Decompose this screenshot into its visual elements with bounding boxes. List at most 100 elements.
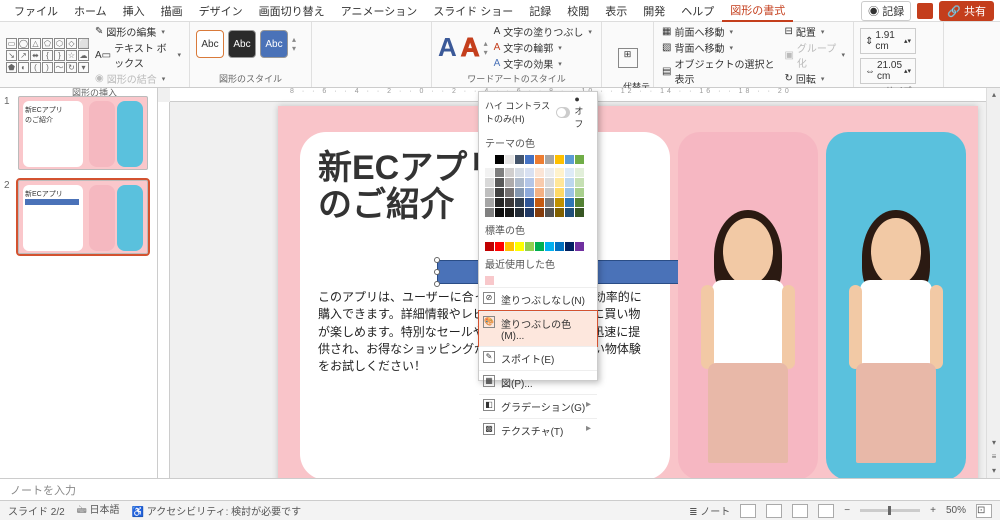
bring-forward-button[interactable]: ▦前面へ移動 xyxy=(660,24,778,39)
thumbnail-1[interactable]: 1 新ECアプリ のご紹介 xyxy=(4,96,153,170)
tab-developer[interactable]: 開発 xyxy=(635,1,673,21)
style-preset-3[interactable]: Abc xyxy=(260,30,288,58)
sorter-view-button[interactable] xyxy=(766,504,782,518)
tab-transitions[interactable]: 画面切り替え xyxy=(251,1,333,21)
height-input[interactable]: ⇕1.91 cm▴▾ xyxy=(860,28,916,54)
theme-color-swatches[interactable] xyxy=(479,153,597,166)
tab-design[interactable]: デザイン xyxy=(191,1,251,21)
text-fill-button[interactable]: A文字の塗りつぶし xyxy=(492,24,594,39)
group-icon: ▣ xyxy=(784,50,793,61)
width-input[interactable]: ⇔21.05 cm▴▾ xyxy=(860,58,916,84)
color-swatch[interactable] xyxy=(485,155,494,164)
height-icon: ⇕ xyxy=(865,36,873,47)
group-button[interactable]: ▣グループ化 xyxy=(782,40,847,70)
reading-view-button[interactable] xyxy=(792,504,808,518)
align-button[interactable]: ⊟配置 xyxy=(782,24,847,39)
color-swatch[interactable] xyxy=(505,242,514,251)
color-swatch[interactable] xyxy=(515,242,524,251)
zoom-level[interactable]: 50% xyxy=(946,505,966,516)
standard-color-swatches[interactable] xyxy=(479,240,597,253)
wordart-a2[interactable]: A xyxy=(461,32,480,63)
mic-button[interactable] xyxy=(917,3,933,19)
contrast-toggle[interactable] xyxy=(556,107,570,118)
a11y-status[interactable]: ♿ アクセシビリティ: 検討が必要です xyxy=(131,503,301,518)
eyedropper-item[interactable]: ✎スポイト(E) xyxy=(479,346,597,370)
style-preset-2[interactable]: Abc xyxy=(228,30,256,58)
rotate-button[interactable]: ↻回転 xyxy=(782,71,847,86)
slideshow-view-button[interactable] xyxy=(818,504,834,518)
no-fill-item[interactable]: ⊘塗りつぶしなし(N) xyxy=(479,287,597,311)
more-colors-item[interactable]: 🎨塗りつぶしの色(M)... xyxy=(479,311,597,346)
color-swatch[interactable] xyxy=(495,242,504,251)
tab-slideshow[interactable]: スライド ショー xyxy=(425,1,521,21)
send-backward-button[interactable]: ▧背面へ移動 xyxy=(660,40,778,55)
normal-view-button[interactable] xyxy=(740,504,756,518)
zoom-slider[interactable] xyxy=(860,509,920,512)
color-swatch[interactable] xyxy=(555,242,564,251)
recent-colors-label: 最近使用した色 xyxy=(479,253,597,274)
color-swatch[interactable] xyxy=(495,155,504,164)
color-swatch[interactable] xyxy=(535,242,544,251)
tab-record[interactable]: 記録 xyxy=(521,1,559,21)
notes-pane[interactable]: ノートを入力 xyxy=(0,478,1000,500)
vertical-ruler xyxy=(158,102,170,478)
color-swatch[interactable] xyxy=(575,155,584,164)
slide-title-1: 新ECアプリ xyxy=(318,149,501,187)
tab-help[interactable]: ヘルプ xyxy=(673,1,722,21)
color-swatch[interactable] xyxy=(505,155,514,164)
record-button[interactable]: ◉ 記録 xyxy=(861,1,911,21)
slide[interactable]: 新ECアプリのご紹介 このアプリは、ユーザーに合った商品をお勧めし、効率的に購入… xyxy=(278,106,978,478)
gradient-fill-item[interactable]: ◧グラデーション(G)▸ xyxy=(479,394,597,418)
wordart-a1[interactable]: A xyxy=(438,32,457,63)
shape-gallery[interactable]: ▭◯△⬠⬡◇⬜ ↘↗⬌{}☆☁ ⬟◐()〜↻▾ xyxy=(6,38,89,73)
tab-animations[interactable]: アニメーション xyxy=(333,1,426,21)
fit-window-button[interactable]: ⊡ xyxy=(976,504,992,518)
group-label-shape-styles: 図形のスタイル xyxy=(196,72,305,85)
text-effects-button[interactable]: A文字の効果 xyxy=(492,56,594,71)
photo-2[interactable] xyxy=(826,132,966,478)
tab-review[interactable]: 校閲 xyxy=(559,1,597,21)
color-swatch[interactable] xyxy=(575,242,584,251)
language-indicator[interactable]: 🖮 日本語 xyxy=(77,501,120,520)
color-swatch[interactable] xyxy=(535,155,544,164)
color-swatch[interactable] xyxy=(485,276,494,285)
color-swatch[interactable] xyxy=(565,155,574,164)
style-preset-1[interactable]: Abc xyxy=(196,30,224,58)
edit-shape-button[interactable]: ✎図形の編集 xyxy=(93,24,183,39)
notes-toggle[interactable]: ≣ ノート xyxy=(689,503,730,518)
theme-colors-label: テーマの色 xyxy=(479,132,597,153)
color-swatch[interactable] xyxy=(545,155,554,164)
slide-title-2: のご紹介 xyxy=(318,186,454,224)
selection-pane-button[interactable]: ▤オブジェクトの選択と表示 xyxy=(660,56,778,86)
slide-canvas[interactable]: 8 · · 6 · · 4 · · 2 · · 0 · · 2 · · 4 · … xyxy=(158,88,1000,478)
texture-fill-item[interactable]: ▩テクスチャ(T)▸ xyxy=(479,418,597,442)
text-outline-button[interactable]: A文字の輪郭 xyxy=(492,40,594,55)
color-swatch[interactable] xyxy=(515,155,524,164)
tab-insert[interactable]: 挿入 xyxy=(115,1,153,21)
alt-text-icon: ⊞ xyxy=(618,48,638,68)
color-swatch[interactable] xyxy=(525,155,534,164)
tab-draw[interactable]: 描画 xyxy=(153,1,191,21)
merge-shapes-button[interactable]: ◉図形の結合 xyxy=(93,71,183,86)
color-swatch[interactable] xyxy=(485,242,494,251)
color-swatch[interactable] xyxy=(565,242,574,251)
vertical-scrollbar[interactable]: ▴ ▾ ≡ ▾ xyxy=(986,88,1000,478)
thumbnail-2[interactable]: 2 新ECアプリ xyxy=(4,180,153,254)
rotate-icon: ↻ xyxy=(784,73,792,84)
slide-thumbnails[interactable]: 1 新ECアプリ のご紹介 2 新ECアプリ xyxy=(0,88,158,478)
share-button[interactable]: 🔗 共有 xyxy=(939,1,994,21)
tab-shape-format[interactable]: 図形の書式 xyxy=(722,0,793,22)
color-swatch[interactable] xyxy=(525,242,534,251)
color-swatch[interactable] xyxy=(555,155,564,164)
recent-color-swatches[interactable] xyxy=(479,274,597,287)
main-area: 1 新ECアプリ のご紹介 2 新ECアプリ 8 · · 6 · · 4 · ·… xyxy=(0,88,1000,478)
tab-view[interactable]: 表示 xyxy=(597,1,635,21)
tab-file[interactable]: ファイル xyxy=(6,1,66,21)
slide-counter: スライド 2/2 xyxy=(8,503,65,518)
menu-tabs: ファイル ホーム 挿入 描画 デザイン 画面切り替え アニメーション スライド … xyxy=(0,0,1000,22)
color-swatch[interactable] xyxy=(545,242,554,251)
tab-home[interactable]: ホーム xyxy=(66,1,115,21)
textbox-button[interactable]: A▭テキスト ボックス xyxy=(93,40,183,70)
picture-fill-item[interactable]: ▦図(P)... xyxy=(479,370,597,394)
photo-1[interactable] xyxy=(678,132,818,478)
